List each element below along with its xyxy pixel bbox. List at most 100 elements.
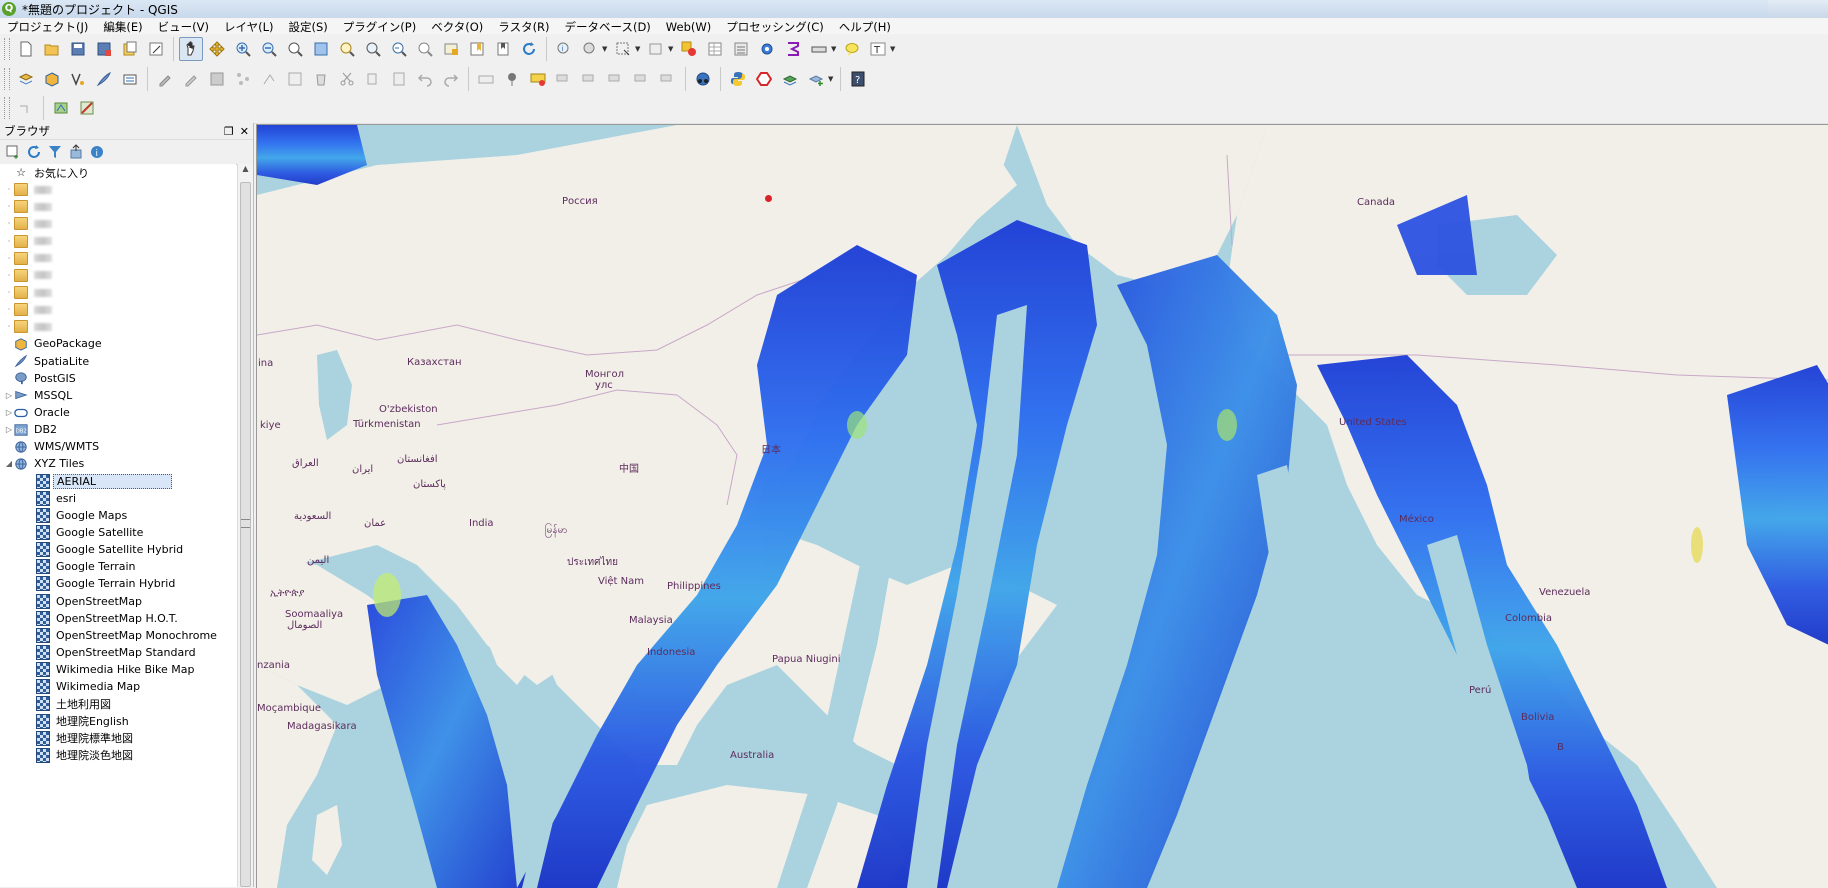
tree-item-folder[interactable]: · [0,318,236,335]
zoom-in-button[interactable] [231,37,255,61]
menu-edit[interactable]: 編集(E) [96,19,150,35]
refresh-button[interactable] [517,37,541,61]
map-tips-button[interactable] [840,37,864,61]
move-label-button[interactable] [552,67,576,91]
add-layer-icon[interactable] [5,144,21,160]
new-project-button[interactable] [14,37,38,61]
window-controls[interactable] [1768,0,1828,18]
open-project-button[interactable] [40,37,64,61]
chevron-right-icon[interactable]: ▷ [4,408,14,417]
save-project-button[interactable] [66,37,90,61]
shape-digitize-button[interactable] [752,67,776,91]
labeling-button[interactable] [474,67,498,91]
tree-item-mssql[interactable]: ▷ MSSQL [0,387,236,404]
pan-to-selection-button[interactable] [205,37,229,61]
save-as-button[interactable] [92,37,116,61]
menu-help[interactable]: ヘルプ(H) [832,19,899,35]
toolbar-grip[interactable] [4,97,10,119]
vertex-tool-button[interactable] [257,67,281,91]
menu-project[interactable]: プロジェクト(J) [0,19,96,35]
tree-item-oracle[interactable]: ▷ Oracle [0,404,236,421]
layout-manager-button[interactable] [144,37,168,61]
menu-layer[interactable]: レイヤ(L) [217,19,282,35]
change-label-button[interactable] [630,67,654,91]
tree-item-folder[interactable]: · [0,250,236,267]
python-console-button[interactable] [726,67,750,91]
undo-button[interactable] [413,67,437,91]
field-calculator-button[interactable] [729,37,753,61]
delete-selected-button[interactable] [309,67,333,91]
refresh-icon[interactable] [26,144,42,160]
tree-item-xyz-tiles[interactable]: ◢ XYZ Tiles [0,455,236,472]
xyz-item-osm-hot[interactable]: OpenStreetMap H.O.T. [0,610,236,627]
zoom-native-button[interactable] [283,37,307,61]
pan-tool-button[interactable] [179,37,203,61]
zoom-to-layer-button[interactable] [361,37,385,61]
xyz-item-gsi-standard[interactable]: 地理院標準地図 [0,730,236,747]
tree-item-folder[interactable]: · [0,198,236,215]
chevron-right-icon[interactable]: ▷ [4,425,14,434]
xyz-item-openstreetmap[interactable]: OpenStreetMap [0,593,236,610]
chevron-down-icon[interactable]: ▼ [831,45,839,53]
toolbar-grip[interactable] [4,38,10,60]
info-icon[interactable]: i [89,144,105,160]
chevron-right-icon[interactable]: ▷ [4,391,14,400]
save-edits-button[interactable] [205,67,229,91]
menu-database[interactable]: データベース(D) [558,19,659,35]
zoom-out-button[interactable] [257,37,281,61]
xyz-item-aerial[interactable]: AERIAL [0,473,236,490]
menu-view[interactable]: ビュー(V) [151,19,217,35]
modify-attributes-button[interactable] [283,67,307,91]
xyz-item-gsi-pale[interactable]: 地理院淡色地図 [0,747,236,764]
plugin-add-layer-button[interactable] [804,67,828,91]
paste-features-button[interactable] [387,67,411,91]
menu-raster[interactable]: ラスタ(R) [491,19,557,35]
tree-item-folder[interactable]: · [0,233,236,250]
xyz-item-esri[interactable]: esri [0,490,236,507]
add-feature-button[interactable] [231,67,255,91]
scroll-up-icon[interactable]: ▲ [238,164,253,179]
tree-item-folder[interactable]: · [0,301,236,318]
xyz-item-google-terrain-hybrid[interactable]: Google Terrain Hybrid [0,575,236,592]
browser-scrollbar[interactable]: ▲ [237,164,253,887]
rotate-label-button[interactable] [604,67,628,91]
new-print-layout-button[interactable] [118,37,142,61]
cut-features-button[interactable] [335,67,359,91]
xyz-item-google-maps[interactable]: Google Maps [0,507,236,524]
tree-item-favorites[interactable]: ☆ お気に入り [0,164,236,181]
bookmark-button[interactable] [465,37,489,61]
menu-processing[interactable]: プロセッシング(C) [719,19,832,35]
menu-vector[interactable]: ベクタ(O) [424,19,491,35]
show-bookmarks-button[interactable] [491,37,515,61]
chevron-down-icon[interactable]: ▼ [828,75,836,83]
chevron-down-icon[interactable]: ◢ [4,459,14,468]
tree-item-postgis[interactable]: PostGIS [0,370,236,387]
toggle-editing-button[interactable] [179,67,203,91]
xyz-item-wikimedia-hike-bike[interactable]: Wikimedia Hike Bike Map [0,661,236,678]
select-by-value-button[interactable] [644,37,668,61]
map-canvas[interactable]: Россия Canada Казахстан Монгол улс O'zbe… [256,124,1828,888]
filter-icon[interactable] [47,144,63,160]
current-edits-button[interactable] [153,67,177,91]
highlight-pinned-labels-button[interactable] [526,67,550,91]
chevron-down-icon[interactable]: ▼ [890,45,898,53]
plugin-globe-button[interactable] [691,67,715,91]
chevron-down-icon[interactable]: ▼ [635,45,643,53]
snapping-button[interactable] [14,96,38,120]
menu-plugins[interactable]: プラグイン(P) [336,19,424,35]
xyz-item-gsi-english[interactable]: 地理院English [0,713,236,730]
redo-button[interactable] [439,67,463,91]
toolbar-grip[interactable] [4,68,10,90]
zoom-to-selection-button[interactable] [335,37,359,61]
georeferencer-button[interactable] [49,96,73,120]
identify-features-button[interactable]: i [552,37,576,61]
zoom-last-button[interactable] [387,37,411,61]
layer-plugin-button[interactable] [778,67,802,91]
zoom-next-button[interactable] [413,37,437,61]
new-geopackage-layer-button[interactable] [40,67,64,91]
attribute-table-button[interactable] [703,37,727,61]
zoom-full-button[interactable] [309,37,333,61]
menu-web[interactable]: Web(W) [659,20,719,34]
tree-item-folder[interactable]: · [0,267,236,284]
menu-settings[interactable]: 設定(S) [282,19,336,35]
